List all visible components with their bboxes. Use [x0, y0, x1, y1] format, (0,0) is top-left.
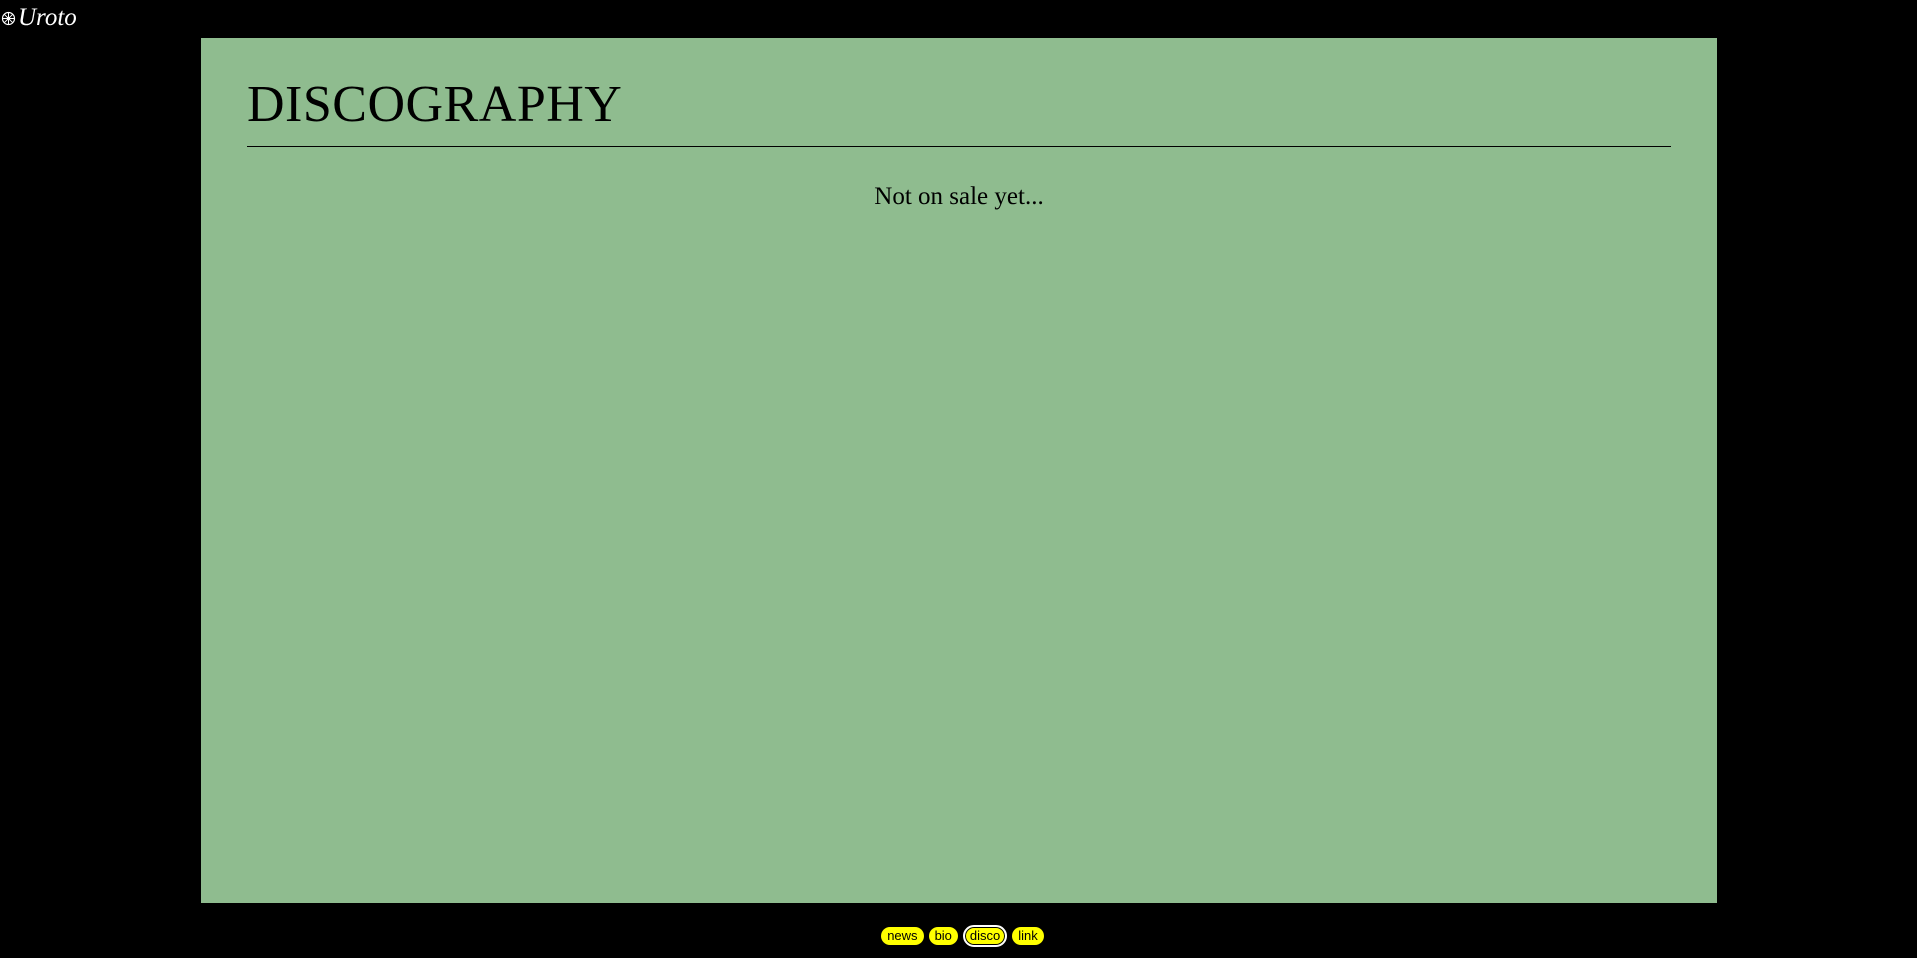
- status-text: Not on sale yet...: [874, 183, 1044, 210]
- nav-link-button[interactable]: link: [1012, 927, 1044, 945]
- logo-text: Uroto: [18, 4, 77, 31]
- title-divider: [247, 146, 1671, 147]
- wheel-icon: [1, 11, 16, 26]
- site-logo[interactable]: Uroto: [0, 3, 77, 33]
- nav-bio-button[interactable]: bio: [928, 927, 958, 945]
- page-title: DISCOGRAPHY: [247, 76, 623, 133]
- footer-nav: news bio disco link: [0, 925, 1917, 947]
- nav-disco-button[interactable]: disco: [962, 925, 1008, 947]
- nav-news-button[interactable]: news: [881, 927, 924, 945]
- content-panel: DISCOGRAPHY Not on sale yet...: [201, 38, 1717, 903]
